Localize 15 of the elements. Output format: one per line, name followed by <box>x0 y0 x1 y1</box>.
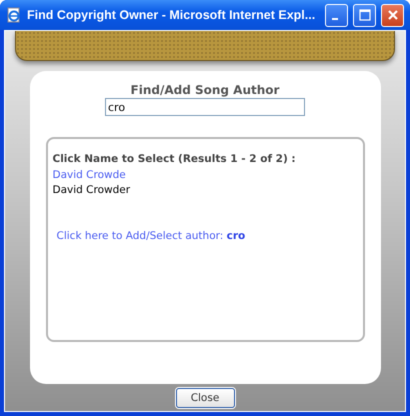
close-dialog-button[interactable]: Close <box>176 388 234 408</box>
maximize-button[interactable] <box>353 4 376 26</box>
results-caption: Click Name to Select (Results 1 - 2 of 2) : <box>52 153 296 165</box>
close-button[interactable] <box>381 4 404 26</box>
minimize-button[interactable] <box>325 4 348 26</box>
window-title: Find Copyright Owner - Microsoft Internet Expl... <box>27 8 316 22</box>
add-author-link[interactable]: Click here to Add/Select author: cro <box>56 230 246 242</box>
author-link[interactable]: David Crowde <box>52 168 126 183</box>
close-icon <box>386 9 398 21</box>
maximize-icon <box>358 9 370 21</box>
author-link[interactable]: David Crowder <box>52 183 130 198</box>
minimize-icon <box>332 18 338 20</box>
search-field[interactable]: cro <box>105 98 305 116</box>
dialog-heading: Find/Add Song Author <box>130 83 280 97</box>
browser-icon <box>6 7 22 23</box>
